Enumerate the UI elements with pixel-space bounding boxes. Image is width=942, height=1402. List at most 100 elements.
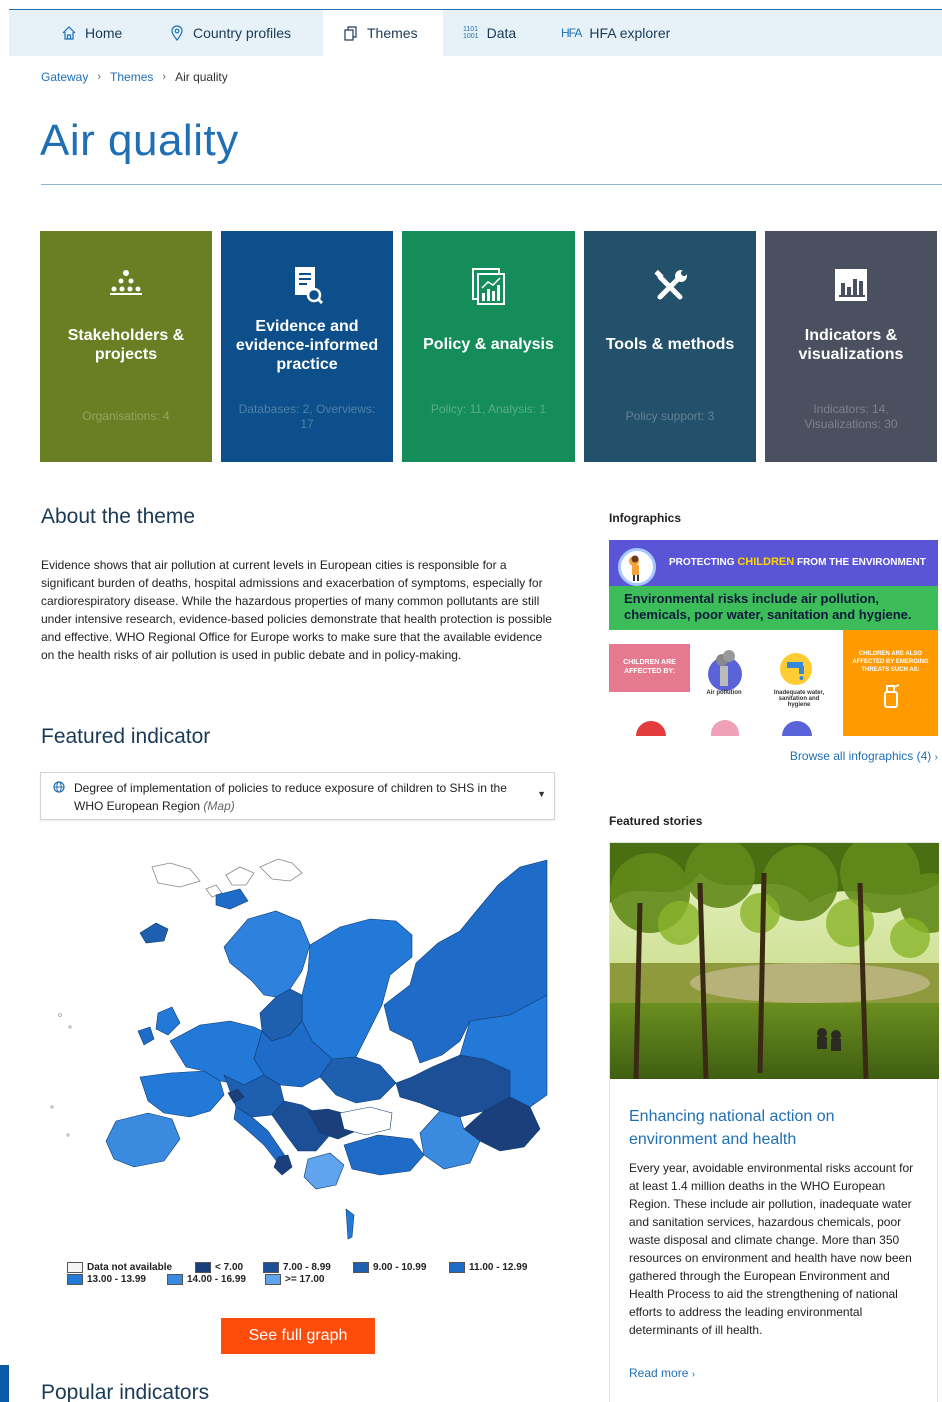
feedback-tab[interactable] bbox=[0, 1365, 9, 1402]
tile-indicators[interactable]: Indicators & visualizations Indicators: … bbox=[765, 231, 937, 462]
tile-indicators-count: Indicators: 14, Visualizations: 30 bbox=[804, 402, 898, 431]
infographic-banner-title: PROTECTING CHILDREN FROM THE ENVIRONMENT bbox=[669, 556, 926, 568]
map-region bbox=[225, 866, 255, 886]
legend-swatch bbox=[263, 1262, 279, 1273]
spray-bottle-icon bbox=[883, 684, 899, 708]
tile-tools[interactable]: Tools & methods Policy support: 3 bbox=[584, 231, 756, 462]
location-pin-icon bbox=[171, 25, 183, 41]
chevron-right-icon: › bbox=[162, 71, 167, 83]
tile-stakeholders-count: Organisations: 4 bbox=[82, 409, 170, 423]
nav-data[interactable]: 1101 1001 Data bbox=[463, 10, 516, 56]
title-divider bbox=[41, 184, 942, 185]
legend-label: Data not available bbox=[87, 1262, 173, 1273]
legend-swatch bbox=[265, 1274, 281, 1285]
legend-label: >= 17.00 bbox=[285, 1274, 325, 1285]
home-icon bbox=[62, 26, 76, 40]
about-text: Evidence shows that air pollution at cur… bbox=[41, 558, 552, 662]
page-title: Air quality bbox=[40, 116, 239, 165]
breadcrumb-themes[interactable]: Themes bbox=[110, 70, 153, 84]
factory-smoke-icon bbox=[708, 650, 742, 691]
child-icon bbox=[618, 548, 656, 586]
map-region bbox=[345, 1208, 355, 1240]
tile-evidence-count: Databases: 2, Overviews: 17 bbox=[238, 402, 376, 431]
story-text: Every year, avoidable environmental risk… bbox=[629, 1161, 914, 1337]
infographic-green-text: Environmental risks include air pollutio… bbox=[624, 591, 912, 622]
map-region bbox=[419, 1110, 481, 1170]
breadcrumb-current: Air quality bbox=[175, 70, 228, 84]
browse-infographics-link[interactable]: Browse all infographics (4) › bbox=[790, 749, 938, 763]
legend-label: 7.00 - 8.99 bbox=[283, 1262, 331, 1273]
legend-swatch bbox=[67, 1262, 83, 1273]
legend-label: 11.00 - 12.99 bbox=[469, 1262, 528, 1273]
tile-evidence[interactable]: Evidence and evidence-informed practice … bbox=[221, 231, 393, 462]
map-region bbox=[319, 1056, 397, 1104]
infographic-green-band: Environmental risks include air pollutio… bbox=[609, 586, 938, 630]
breadcrumb: Gateway › Themes › Air quality bbox=[41, 70, 228, 84]
read-more-link[interactable]: Read more › bbox=[629, 1366, 695, 1380]
map-region bbox=[223, 910, 311, 998]
chart-report-icon bbox=[402, 267, 575, 307]
copy-pages-icon bbox=[344, 26, 357, 41]
caret-down-icon: ▼ bbox=[537, 789, 546, 799]
infographics-heading: Infographics bbox=[609, 511, 682, 525]
tile-stakeholders[interactable]: Stakeholders & projects Organisations: 4 bbox=[40, 231, 212, 462]
about-heading: About the theme bbox=[41, 505, 196, 528]
map-region bbox=[303, 1152, 345, 1190]
infographic-air-caption: Air pollution bbox=[706, 690, 742, 696]
tile-tools-count: Policy support: 3 bbox=[625, 409, 715, 423]
tile-tools-label: Tools & methods bbox=[605, 336, 735, 353]
chevron-right-icon: › bbox=[97, 71, 102, 83]
legend-swatch bbox=[67, 1274, 83, 1285]
infographic-thumbnail[interactable]: PROTECTING CHILDREN FROM THE ENVIRONMENT… bbox=[609, 540, 938, 736]
people-network-icon bbox=[40, 267, 212, 307]
map-region bbox=[151, 862, 201, 888]
legend-label: 13.00 - 13.99 bbox=[87, 1274, 146, 1285]
infographic-pink-box: CHILDREN ARE AFFECTED BY: bbox=[609, 644, 690, 692]
hfa-icon: HFA bbox=[561, 26, 582, 40]
legend-item: Data not available bbox=[67, 1262, 172, 1273]
chevron-right-icon: › bbox=[691, 1369, 696, 1380]
indicator-select-value: Degree of implementation of policies to … bbox=[74, 779, 534, 815]
nav-hfa-explorer[interactable]: HFA HFA explorer bbox=[561, 10, 670, 56]
story-card[interactable]: Enhancing national action on environment… bbox=[609, 842, 939, 1402]
legend-item: 7.00 - 8.99 bbox=[263, 1262, 331, 1273]
legend-item: 11.00 - 12.99 bbox=[449, 1262, 527, 1273]
read-more-label: Read more bbox=[629, 1366, 689, 1380]
map-region bbox=[139, 1070, 225, 1118]
infographic-banner-post: FROM THE ENVIRONMENT bbox=[796, 557, 926, 568]
map-region bbox=[105, 1112, 181, 1168]
globe-icon bbox=[53, 781, 65, 796]
document-search-icon bbox=[221, 265, 393, 305]
europe-map[interactable] bbox=[40, 845, 550, 1255]
tile-policy-count: Policy: 11, Analysis: 1 bbox=[430, 402, 547, 416]
popular-indicators-heading: Popular indicators bbox=[41, 1381, 210, 1402]
legend-item: 14.00 - 16.99 bbox=[167, 1274, 246, 1285]
infographic-orange-text: CHILDREN ARE ALSO AFFECTED BY EMERGING T… bbox=[852, 651, 929, 673]
bar-chart-icon bbox=[765, 267, 937, 307]
breadcrumb-gateway[interactable]: Gateway bbox=[41, 70, 88, 84]
tile-policy[interactable]: Policy & analysis Policy: 11, Analysis: … bbox=[402, 231, 575, 462]
featured-indicator-heading: Featured indicator bbox=[41, 725, 211, 748]
infographic-banner-highlight: CHILDREN bbox=[737, 556, 795, 568]
legend-item: 9.00 - 10.99 bbox=[353, 1262, 426, 1273]
tools-icon bbox=[584, 267, 756, 307]
infographic-water-caption: Inadequate water, sanitation and hygiene bbox=[773, 690, 825, 708]
tile-stakeholders-label: Stakeholders & projects bbox=[67, 327, 185, 363]
nav-home[interactable]: Home bbox=[61, 10, 122, 56]
indicator-select[interactable]: Degree of implementation of policies to … bbox=[40, 772, 555, 820]
legend-swatch bbox=[167, 1274, 183, 1285]
map-region bbox=[137, 1026, 155, 1046]
nav-country-profiles[interactable]: Country profiles bbox=[169, 10, 291, 56]
story-photo bbox=[610, 843, 939, 1079]
story-title[interactable]: Enhancing national action on environment… bbox=[629, 1105, 919, 1151]
legend-swatch bbox=[353, 1262, 369, 1273]
nav-themes[interactable]: Themes bbox=[323, 10, 443, 56]
ig-bottom-icons bbox=[636, 720, 812, 736]
browse-infographics-label: Browse all infographics (4) bbox=[789, 749, 932, 763]
tile-policy-label: Policy & analysis bbox=[423, 336, 554, 353]
infographic-banner-pre: PROTECTING bbox=[669, 557, 735, 568]
infographic-banner: PROTECTING CHILDREN FROM THE ENVIRONMENT bbox=[609, 540, 938, 586]
see-full-graph-button[interactable]: See full graph bbox=[221, 1318, 375, 1354]
map-region bbox=[155, 1006, 181, 1036]
tile-evidence-label: Evidence and evidence-informed practice bbox=[235, 318, 379, 373]
